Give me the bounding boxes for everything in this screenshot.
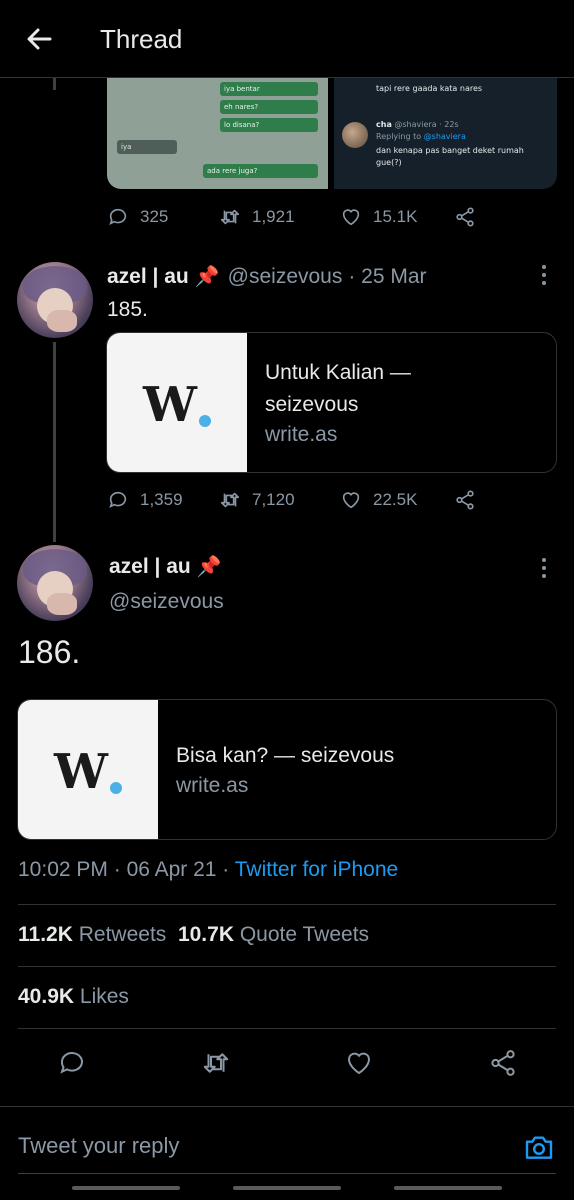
author-name[interactable]: azel | au xyxy=(109,555,191,579)
thread-connector xyxy=(53,78,56,90)
retweet-icon xyxy=(220,492,240,508)
screenshot-handle: @shaviera · 22s xyxy=(394,120,459,129)
back-arrow-icon[interactable] xyxy=(22,22,56,56)
more-options-icon[interactable] xyxy=(541,558,547,580)
pin-emoji: 📌 xyxy=(196,556,222,578)
link-domain: write.as xyxy=(265,422,338,446)
like-button[interactable]: 22.5K xyxy=(340,489,454,511)
pin-emoji: 📌 xyxy=(194,266,220,288)
heart-icon xyxy=(342,492,360,509)
tweet-source[interactable]: Twitter for iPhone xyxy=(235,858,398,881)
writeas-logo: W xyxy=(107,333,247,472)
chat-bubble: ada rere juga? xyxy=(203,164,318,178)
screenshot-replying: Replying to xyxy=(376,132,422,141)
author-handle[interactable]: @seizevous xyxy=(228,265,343,289)
link-title: Bisa kan? — seizevous xyxy=(176,743,395,767)
input-underline xyxy=(18,1173,556,1174)
quote-tweets-link[interactable]: 10.7K Quote Tweets xyxy=(178,923,369,946)
retweet-button[interactable]: 1,921 xyxy=(219,206,340,228)
share-button[interactable] xyxy=(454,489,487,511)
retweet-icon xyxy=(220,209,240,225)
writeas-logo: W xyxy=(18,700,158,839)
retweet-icon[interactable] xyxy=(201,1048,231,1078)
reply-input[interactable]: Tweet your reply xyxy=(18,1133,179,1159)
tweet-date: · 25 Mar xyxy=(348,264,427,288)
screenshot-replying-to: @shaviera xyxy=(423,132,466,141)
link-title: Untuk Kalian — xyxy=(265,360,411,384)
retweet-stats: 11.2K Retweets 10.7K Quote Tweets xyxy=(18,923,369,947)
tweet-text: 186. xyxy=(18,634,81,670)
chat-screenshot: iya bentar eh nares? lo disana? iya ada … xyxy=(107,78,328,189)
share-button[interactable] xyxy=(454,206,487,228)
heart-icon xyxy=(342,209,360,226)
tweet-screenshot: tapi rere gaada kata nares cha @shaviera… xyxy=(334,78,557,189)
link-preview-card[interactable]: W Bisa kan? — seizevous write.as xyxy=(17,699,557,840)
screenshot-avatar xyxy=(342,122,368,148)
chat-bubble: lo disana? xyxy=(220,118,318,132)
tweet-media-image[interactable]: iya bentar eh nares? lo disana? iya ada … xyxy=(107,78,557,189)
retweet-count: 1,921 xyxy=(252,207,295,226)
thread-connector xyxy=(53,342,56,542)
screenshot-text: dan kenapa pas banget deket rumah xyxy=(376,146,524,155)
author-handle[interactable]: @seizevous xyxy=(109,590,224,614)
retweet-button[interactable]: 7,120 xyxy=(219,489,340,511)
divider xyxy=(18,966,556,967)
tweet-author-row: azel | au 📌 @seizevous · 25 Mar xyxy=(107,264,427,289)
tweet-metadata: 10:02 PM · 06 Apr 21 · Twitter for iPhon… xyxy=(18,858,399,881)
tweet-text: 185. xyxy=(107,298,148,321)
reply-button[interactable]: 325 xyxy=(107,206,219,228)
quote-tweets-count: 10.7K xyxy=(177,923,234,946)
reply-count: 325 xyxy=(140,207,169,226)
reply-icon xyxy=(109,491,127,508)
avatar[interactable] xyxy=(17,262,93,338)
likes-link[interactable]: 40.9K Likes xyxy=(18,985,129,1009)
page-title: Thread xyxy=(100,24,183,54)
camera-icon[interactable] xyxy=(523,1131,555,1163)
retweets-label: Retweets xyxy=(78,923,167,946)
tweet-actions: 325 1,921 15.1K xyxy=(107,200,487,234)
screenshot-name: cha xyxy=(376,120,392,129)
heart-icon[interactable] xyxy=(344,1048,374,1078)
share-icon xyxy=(456,207,474,227)
tweet-author-row: azel | au 📌 xyxy=(109,554,222,579)
tweet-action-bar xyxy=(0,1040,574,1086)
reply-icon xyxy=(109,208,127,225)
like-button[interactable]: 15.1K xyxy=(340,206,454,228)
tweet-actions: 1,359 7,120 22.5K xyxy=(107,483,487,517)
share-icon xyxy=(456,490,474,510)
reply-button[interactable]: 1,359 xyxy=(107,489,219,511)
reply-count: 1,359 xyxy=(140,490,183,509)
reply-icon[interactable] xyxy=(57,1048,87,1078)
share-icon[interactable] xyxy=(488,1048,518,1078)
avatar[interactable] xyxy=(17,545,93,621)
top-app-bar: Thread xyxy=(0,0,574,78)
screenshot-text: gue(?) xyxy=(376,158,402,167)
likes-count: 40.9K xyxy=(18,985,75,1008)
chat-bubble: iya xyxy=(117,140,177,154)
link-domain: write.as xyxy=(176,773,249,797)
retweet-count: 7,120 xyxy=(252,490,295,509)
likes-label: Likes xyxy=(79,985,129,1008)
divider xyxy=(18,904,556,905)
system-nav-bar xyxy=(72,1186,180,1190)
divider xyxy=(18,1028,556,1029)
like-count: 22.5K xyxy=(373,490,418,509)
link-title: seizevous xyxy=(265,392,359,416)
tweet-date: 06 Apr 21 xyxy=(126,858,217,881)
retweets-link[interactable]: 11.2K Retweets xyxy=(18,923,166,946)
system-nav-bar xyxy=(233,1186,341,1190)
tweet-time: 10:02 PM xyxy=(18,858,108,881)
chat-bubble: eh nares? xyxy=(220,100,318,114)
author-name[interactable]: azel | au xyxy=(107,265,189,289)
chat-bubble: iya bentar xyxy=(220,82,318,96)
more-options-icon[interactable] xyxy=(541,265,547,287)
link-preview-card[interactable]: W Untuk Kalian — seizevous write.as xyxy=(106,332,557,473)
retweets-count: 11.2K xyxy=(18,923,73,946)
screenshot-text: tapi rere gaada kata nares xyxy=(376,84,483,93)
system-nav-bar xyxy=(394,1186,502,1190)
quote-tweets-label: Quote Tweets xyxy=(239,923,370,946)
like-count: 15.1K xyxy=(373,207,418,226)
